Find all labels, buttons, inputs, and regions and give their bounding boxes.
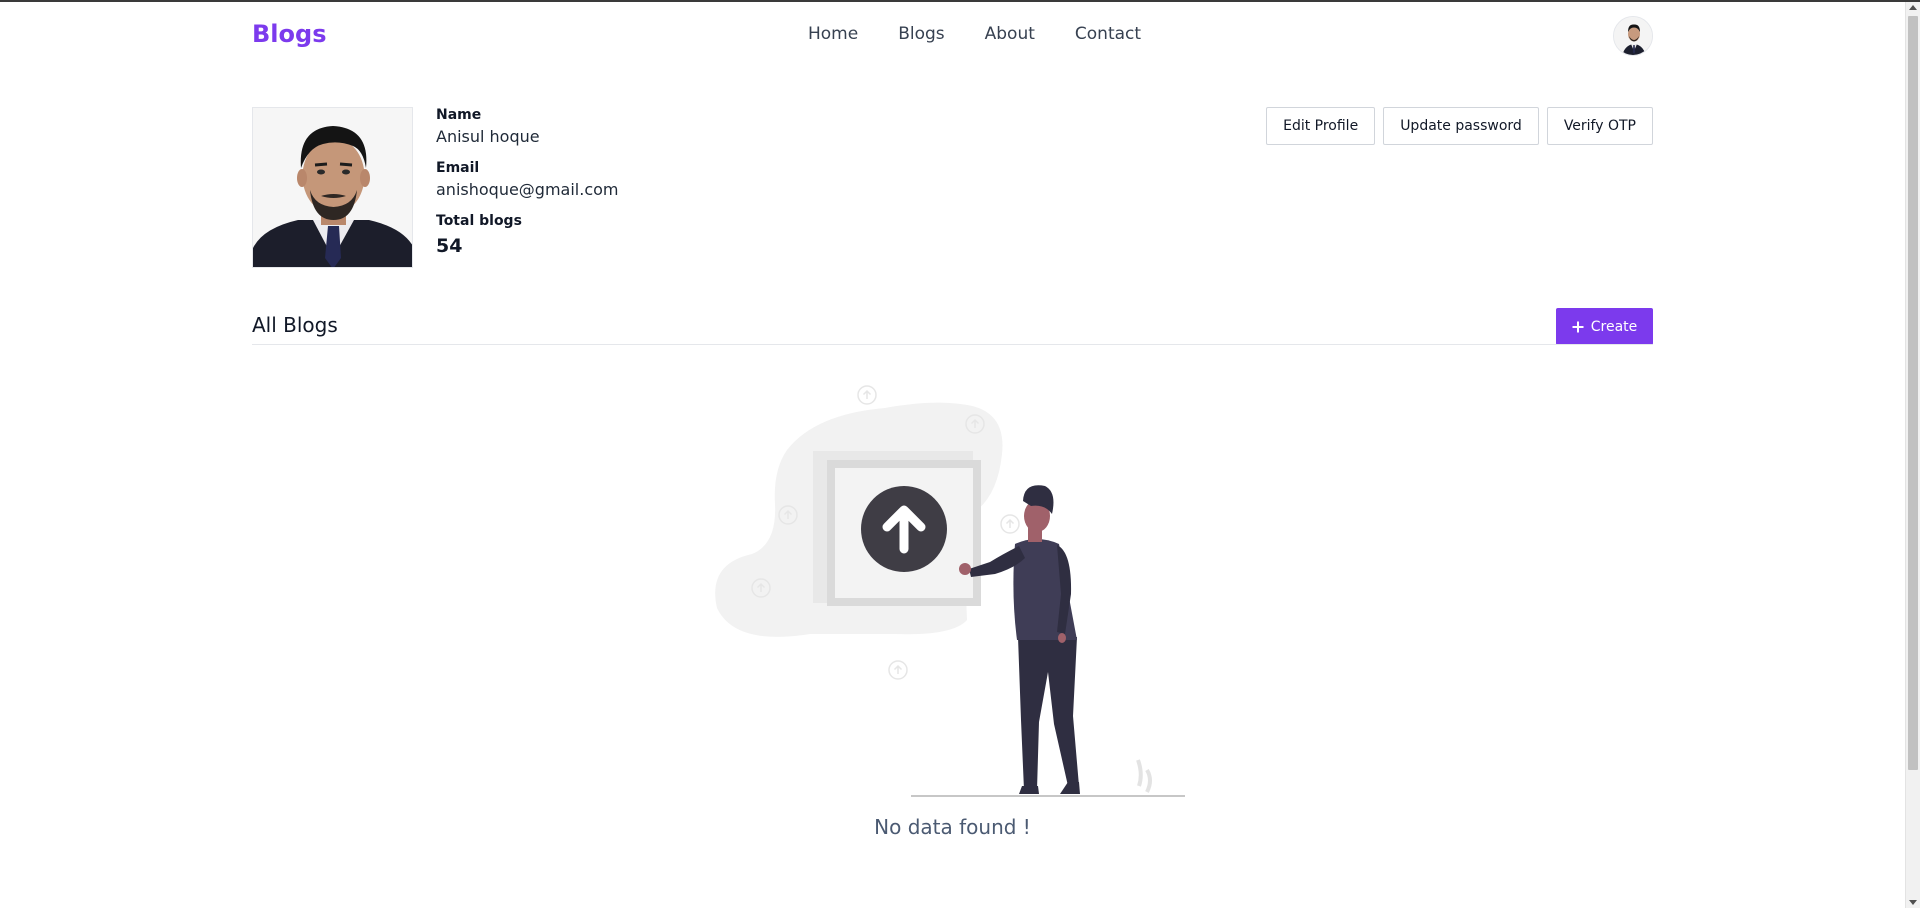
all-blogs-title: All Blogs [252,313,338,337]
profile-email-group: Email anishoque@gmail.com [436,160,619,199]
profile-portrait [253,108,412,267]
empty-state-text: No data found ! [874,815,1031,839]
scrollbar-thumb[interactable] [1908,16,1918,770]
profile-info: Name Anisul hoque Email anishoque@gmail.… [436,107,619,271]
create-button-label: Create [1590,318,1638,335]
name-label: Name [436,107,482,123]
upload-illustration [715,385,1185,797]
empty-state-illustration [715,382,1190,802]
scroll-up-icon[interactable] [1909,5,1917,10]
nav-menu: Home Blogs About Contact [808,24,1181,44]
scroll-down-icon[interactable] [1909,900,1917,905]
plus-icon [1572,321,1584,332]
email-label: Email [436,160,480,176]
name-value: Anisul hoque [436,127,540,146]
profile-actions: Edit Profile Update password Verify OTP [1266,107,1653,145]
verify-otp-button[interactable]: Verify OTP [1546,107,1653,145]
user-avatar[interactable] [1613,16,1653,56]
nav-link-blogs[interactable]: Blogs [898,24,944,44]
profile-name-group: Name Anisul hoque [436,107,619,146]
nav-link-home[interactable]: Home [808,24,858,44]
profile-total-group: Total blogs 54 [436,213,619,257]
total-blogs-count: 54 [436,235,463,257]
navbar: Blogs Home Blogs About Contact [252,2,1653,66]
brand-logo[interactable]: Blogs [252,20,326,48]
page-scrollbar[interactable] [1905,2,1920,908]
email-value: anishoque@gmail.com [436,180,619,199]
avatar-portrait [1614,17,1652,55]
nav-link-about[interactable]: About [985,24,1035,44]
section-divider [252,344,1653,345]
create-button[interactable]: Create [1556,308,1653,345]
edit-profile-button[interactable]: Edit Profile [1266,107,1376,145]
profile-photo [252,107,413,268]
update-password-button[interactable]: Update password [1383,107,1539,145]
total-blogs-label: Total blogs [436,213,522,229]
nav-link-contact[interactable]: Contact [1075,24,1141,44]
